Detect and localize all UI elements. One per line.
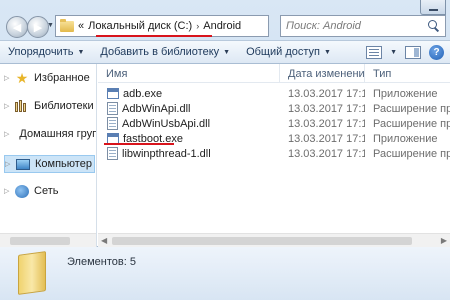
file-type: Расширение при... (373, 117, 450, 130)
minimize-icon (428, 9, 438, 11)
breadcrumb-android[interactable]: Android (203, 20, 241, 32)
nav-horizontal-scrollbar[interactable] (0, 233, 96, 247)
file-horizontal-scrollbar[interactable]: ◀ ▶ (98, 233, 450, 247)
folder-icon (60, 18, 74, 32)
change-view-icon[interactable] (366, 45, 383, 59)
scroll-right-icon[interactable]: ▶ (441, 236, 447, 245)
dll-icon (107, 147, 118, 160)
search-placeholder: Поиск: Android (286, 20, 361, 32)
minimize-button[interactable] (420, 0, 446, 15)
search-icon[interactable] (428, 20, 440, 32)
command-bar: Упорядочить ▼ Добавить в библиотеку ▼ Об… (0, 40, 450, 64)
file-date: 13.03.2017 17:11 (288, 87, 365, 100)
file-date: 13.03.2017 17:11 (288, 117, 365, 130)
address-bar[interactable]: « Локальный диск (C:) › Android (55, 15, 269, 37)
file-type: Приложение (373, 87, 438, 100)
exe-icon (107, 88, 119, 99)
file-list-pane: Имя Дата изменения Тип adb.exe 13.03.201… (98, 64, 450, 247)
breadcrumb-separator[interactable]: › (196, 21, 199, 31)
dropdown-arrow-icon: ▼ (77, 48, 85, 56)
explorer-window: ◀ ▶ ▼ « Локальный диск (C:) › Android По… (0, 0, 450, 300)
preview-pane-icon[interactable] (405, 45, 421, 59)
details-pane: Элементов: 5 (0, 247, 450, 300)
file-type: Приложение (373, 132, 438, 145)
share-with-button[interactable]: Общий доступ ▼ (238, 41, 339, 63)
scrollbar-thumb[interactable] (112, 237, 412, 245)
dll-icon (107, 102, 118, 115)
file-name: adb.exe (123, 87, 163, 100)
file-date: 13.03.2017 17:11 (288, 102, 365, 115)
column-header-date[interactable]: Дата изменения (280, 64, 365, 83)
nav-item-libraries[interactable]: ▷ Библиотеки (4, 97, 95, 115)
breadcrumb-overflow[interactable]: « (78, 20, 84, 32)
star-icon: ★ (15, 70, 29, 86)
file-date: 13.03.2017 17:11 (288, 147, 365, 160)
expand-icon[interactable]: ▷ (4, 102, 10, 110)
file-name: AdbWinUsbApi.dll (122, 117, 211, 130)
computer-icon (16, 158, 30, 170)
navigation-pane[interactable]: ▷ ★ Избранное ▷ Библиотеки ▷ Домашняя гр… (0, 64, 97, 247)
expand-icon[interactable]: ▷ (4, 74, 10, 82)
share-with-label: Общий доступ (246, 46, 320, 58)
back-button[interactable]: ◀ (6, 16, 28, 38)
nav-item-label: Сеть (34, 185, 59, 197)
main-area: ▷ ★ Избранное ▷ Библиотеки ▷ Домашняя гр… (0, 64, 450, 247)
file-type: Расширение при... (373, 102, 450, 115)
red-annotation-underline (104, 143, 174, 145)
nav-item-network[interactable]: ▷ Сеть (4, 182, 95, 200)
nav-item-label: Библиотеки (34, 100, 94, 112)
column-headers: Имя Дата изменения Тип (98, 64, 450, 83)
expand-icon[interactable]: ▷ (4, 130, 9, 138)
file-row[interactable]: libwinpthread-1.dll 13.03.2017 17:11 Рас… (98, 146, 450, 161)
nav-item-computer[interactable]: ▷ Компьютер (4, 155, 95, 173)
nav-item-homegroup[interactable]: ▷ Домашняя груп (4, 125, 97, 143)
recent-pages-dropdown[interactable]: ▼ (47, 22, 54, 29)
dropdown-arrow-icon: ▼ (323, 48, 331, 56)
file-date: 13.03.2017 17:11 (288, 132, 365, 145)
red-annotation-underline (96, 35, 212, 37)
file-row[interactable]: AdbWinApi.dll 13.03.2017 17:11 Расширени… (98, 101, 450, 116)
nav-item-label: Компьютер (35, 158, 92, 170)
add-to-library-button[interactable]: Добавить в библиотеку ▼ (92, 41, 238, 63)
window-controls (420, 0, 446, 15)
expand-icon[interactable]: ▷ (4, 187, 10, 195)
help-icon[interactable]: ? (429, 44, 444, 60)
dropdown-arrow-icon: ▼ (223, 48, 231, 56)
scrollbar-thumb[interactable] (10, 237, 70, 245)
expand-icon[interactable]: ▷ (5, 160, 11, 168)
organize-button[interactable]: Упорядочить ▼ (0, 41, 92, 63)
nav-item-label: Домашняя груп (19, 128, 97, 140)
file-type: Расширение при... (373, 147, 450, 160)
scroll-left-icon[interactable]: ◀ (101, 236, 107, 245)
search-input[interactable]: Поиск: Android (280, 15, 446, 37)
add-to-library-label: Добавить в библиотеку (100, 46, 220, 58)
file-row[interactable]: AdbWinUsbApi.dll 13.03.2017 17:11 Расшир… (98, 116, 450, 131)
file-name: libwinpthread-1.dll (122, 147, 211, 160)
breadcrumb-local-disk[interactable]: Локальный диск (C:) (88, 20, 192, 32)
organize-label: Упорядочить (8, 46, 74, 58)
nav-item-favorites[interactable]: ▷ ★ Избранное (4, 69, 95, 87)
navigation-row: ◀ ▶ ▼ « Локальный диск (C:) › Android По… (0, 0, 450, 40)
column-header-type[interactable]: Тип (365, 64, 450, 83)
folder-icon (18, 251, 46, 295)
file-name: AdbWinApi.dll (122, 102, 191, 115)
toolbar-right: ▼ ? (366, 44, 450, 60)
nav-item-label: Избранное (34, 72, 90, 84)
network-icon (15, 184, 29, 198)
column-header-name[interactable]: Имя (98, 64, 280, 83)
dll-icon (107, 117, 118, 130)
view-dropdown-arrow-icon[interactable]: ▼ (390, 49, 397, 56)
file-row[interactable]: adb.exe 13.03.2017 17:11 Приложение (98, 86, 450, 101)
forward-button[interactable]: ▶ (27, 16, 49, 38)
item-count: Элементов: 5 (67, 256, 136, 268)
libraries-icon (15, 100, 29, 112)
